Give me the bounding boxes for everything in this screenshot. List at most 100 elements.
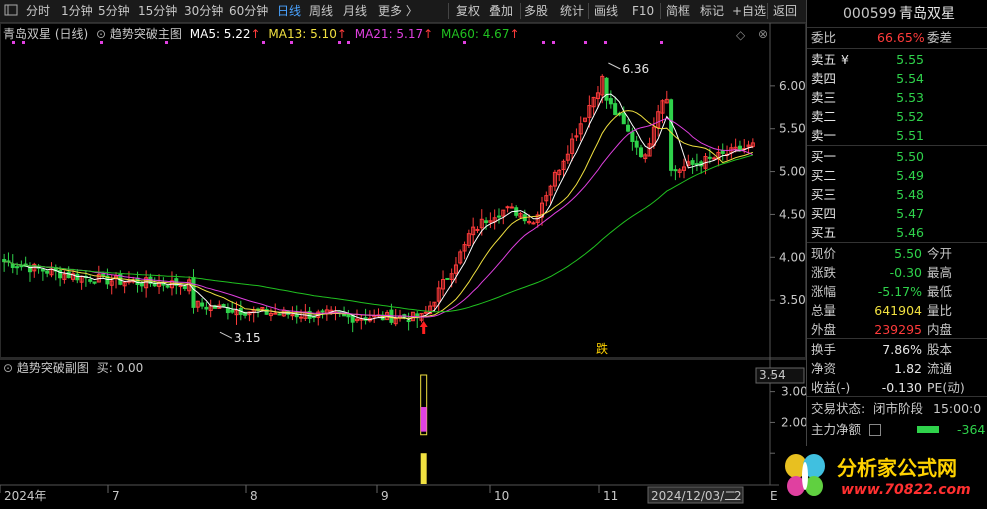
sell-level-label: 卖一 — [811, 128, 837, 143]
sub-legend: ⊙ 趋势突破副图 买: 0.00 — [3, 359, 143, 376]
quote-stat-label2: 量比 — [927, 303, 953, 318]
buy-level-label: 买四 — [811, 206, 837, 221]
chart-settings-icon[interactable]: ◇ — [736, 28, 745, 42]
chart-close-icon[interactable]: ⊗ — [758, 27, 768, 41]
quote-stat-row: 现价 5.50 今开 — [807, 244, 987, 263]
ma5-up-arrow: ↑ — [250, 27, 261, 41]
candle-body — [406, 319, 411, 323]
candle-body — [92, 281, 97, 284]
quote-stat2-label: 净资 — [811, 361, 837, 376]
toolbar-button-14[interactable]: 画线 — [594, 3, 618, 19]
sub-axis-label: 2.00 — [781, 415, 806, 429]
quote-stat-label: 涨跌 — [811, 265, 837, 280]
toolbar-button-17[interactable]: 标记 — [700, 3, 724, 19]
quote-stat-value: -5.17% — [877, 284, 922, 299]
candle-body — [182, 285, 187, 289]
kline-chart-canvas[interactable]: 6.00 5.50 5.00 4.50 4.00 3.50 6.36 3.15 跌 3.54 3.0… — [0, 23, 806, 509]
main-indicator-name[interactable]: 趋势突破主图 — [110, 27, 182, 41]
toolbar-button-3[interactable]: 15分钟 — [138, 3, 177, 19]
price-tick-label: 4.50 — [779, 207, 806, 221]
quote-stat-row: 外盘 239295 内盘 — [807, 320, 987, 339]
buy-level-row: 买二 5.49 — [807, 166, 987, 185]
buy-level-price: 5.50 — [896, 149, 924, 164]
trade-status-label: 交易状态: — [811, 401, 866, 416]
sub-indicator-name[interactable]: 趋势突破副图 — [17, 361, 89, 375]
toolbar-button-18[interactable]: +自选 — [732, 3, 766, 19]
ma5-value: MA5: 5.22 — [189, 27, 251, 41]
net-flow-chart-icon[interactable] — [869, 424, 881, 436]
toolbar-button-8[interactable]: 月线 — [343, 3, 367, 19]
toolbar-button-5[interactable]: 60分钟 — [229, 3, 268, 19]
toolbar-button-15[interactable]: F10 — [632, 3, 654, 19]
breakout-arrow-icon — [419, 321, 428, 334]
signal-dot — [542, 41, 545, 44]
watermark: 分析家公式网 www.70822.com — [779, 446, 987, 509]
signal-dot — [584, 41, 587, 44]
candle-body — [613, 103, 618, 115]
cursor-date-label: 2024/12/03/二 — [651, 489, 736, 503]
quote-stat2-row: 净资 1.82 流通 — [807, 359, 987, 378]
toolbar-button-10[interactable]: 复权 — [456, 3, 480, 19]
ma21-up-arrow: ↑ — [423, 27, 434, 41]
quote-stat2-label2: 股本 — [927, 342, 953, 357]
high-price-label: 6.36 — [622, 62, 649, 76]
legend-collapse-icon[interactable]: ⊙ — [96, 27, 106, 41]
quote-stat2-label: 收益(-) — [811, 380, 851, 395]
candle-body — [694, 163, 699, 166]
quote-stat-row: 总量 641904 量比 — [807, 301, 987, 320]
net-flow-label: 主力净额 — [811, 422, 862, 437]
candle-body — [509, 206, 514, 209]
toolbar-button-13[interactable]: 统计 — [560, 3, 584, 19]
date-label: 10 — [494, 489, 509, 503]
candle-body — [15, 266, 20, 269]
price-tick-label: 5.00 — [779, 165, 806, 179]
toolbar-button-2[interactable]: 5分钟 — [98, 3, 130, 19]
toolbar-button-4[interactable]: 30分钟 — [184, 3, 223, 19]
toolbar-button-11[interactable]: 叠加 — [489, 3, 513, 19]
candle-body — [178, 285, 183, 288]
quote-stat2-row: 换手 7.86% 股本 — [807, 340, 987, 359]
quote-stat2-value: 1.82 — [894, 361, 922, 376]
net-flow-value: -364 — [957, 422, 986, 437]
candle-body — [423, 311, 428, 314]
quote-stat-value: 5.50 — [894, 246, 922, 261]
stock-code: 000599 — [843, 6, 897, 22]
candle-body — [320, 310, 325, 313]
main-panel-frame — [0, 23, 806, 358]
toolbar-button-9[interactable]: 更多 〉 — [378, 3, 418, 19]
toolbar-button-16[interactable]: 简框 — [666, 3, 690, 19]
toolbar-button-12[interactable]: 多股 — [524, 3, 548, 19]
menu-collapse-icon[interactable] — [4, 3, 18, 19]
low-price-label: 3.15 — [234, 331, 261, 345]
quote-stat-row: 涨幅 -5.17% 最低 — [807, 282, 987, 301]
sell-level-row: 卖一 5.51 — [807, 126, 987, 145]
candle-body — [346, 313, 351, 318]
candle-body — [531, 222, 536, 225]
quote-header: 000599 青岛双星 — [807, 3, 987, 25]
quote-stat-value: 239295 — [874, 322, 922, 337]
order-ratio-label: 委比 — [811, 30, 837, 45]
signal-bar-base — [420, 453, 427, 484]
buy-level-row: 买四 5.47 — [807, 204, 987, 223]
buy-level-price: 5.46 — [896, 225, 924, 240]
sell-level-label: 卖三 — [811, 90, 837, 105]
candle-body — [221, 304, 226, 308]
order-ratio-row: 委比 66.65% 委差 — [807, 28, 987, 47]
sell-level-label: 卖四 — [811, 71, 837, 86]
sub-axis-label: 3.54 — [759, 368, 786, 382]
candle-body — [277, 313, 282, 316]
candle-body — [445, 277, 450, 280]
candle-body — [505, 206, 510, 209]
toolbar-button-1[interactable]: 1分钟 — [61, 3, 93, 19]
sell-level-price: 5.54 — [896, 71, 924, 86]
candle-body — [299, 316, 304, 319]
kline-chart-area[interactable]: 6.00 5.50 5.00 4.50 4.00 3.50 6.36 3.15 跌 3.54 3.0… — [0, 23, 806, 509]
toolbar-button-6[interactable]: 日线 — [277, 3, 301, 19]
toolbar-button-7[interactable]: 周线 — [309, 3, 333, 19]
sub-collapse-icon[interactable]: ⊙ — [3, 361, 13, 375]
toolbar-button-19[interactable]: 返回 — [773, 3, 797, 19]
candle-body — [273, 312, 278, 315]
toolbar-button-0[interactable]: 分时 — [26, 3, 50, 19]
butterfly-logo-icon — [785, 454, 825, 496]
candle-body — [165, 285, 170, 288]
